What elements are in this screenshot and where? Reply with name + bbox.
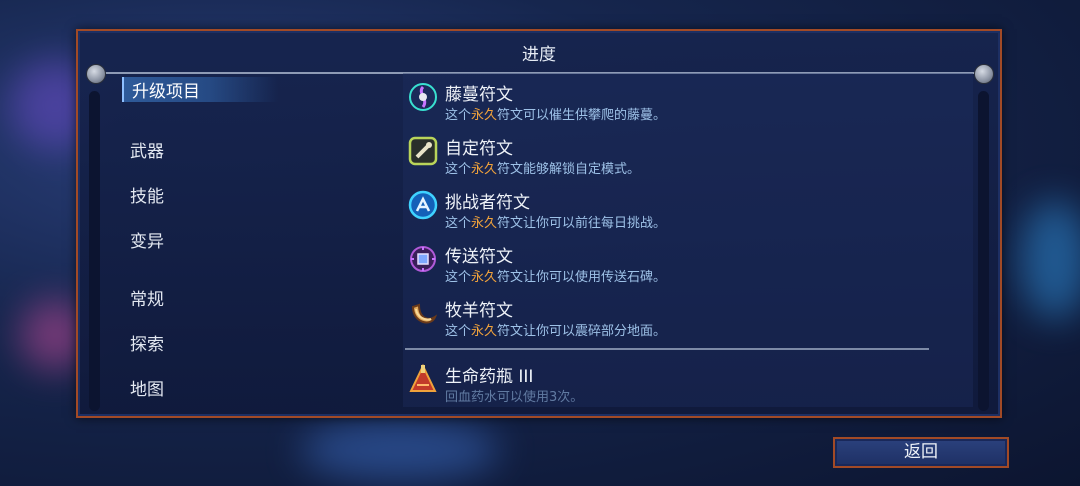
teleport-rune-icon xyxy=(410,246,436,272)
entry-description: 这个永久符文让你可以前往每日挑战。 xyxy=(445,216,667,231)
list-item[interactable]: 挑战者符文 这个永久符文让你可以前往每日挑战。 xyxy=(403,185,963,235)
upgrade-list[interactable]: 藤蔓符文 这个永久符文可以催生供攀爬的藤蔓。 自定符文 这个永久符文能够解锁自定… xyxy=(403,73,973,407)
background-glow xyxy=(300,420,500,480)
list-item[interactable]: 自定符文 这个永久符文能够解锁自定模式。 xyxy=(403,131,963,181)
entry-name: 传送符文 xyxy=(445,247,513,267)
category-mutations[interactable]: 变异 xyxy=(130,227,164,252)
entry-description: 这个永久符文可以催生供攀爬的藤蔓。 xyxy=(445,108,667,123)
entry-description: 回血药水可以使用3次。 xyxy=(445,390,584,405)
entry-name: 牧羊符文 xyxy=(445,301,513,321)
entry-description: 这个永久符文让你可以使用传送石碑。 xyxy=(445,270,667,285)
health-flask-icon xyxy=(409,363,437,392)
entry-name: 生命药瓶 III xyxy=(445,367,534,387)
category-upgrades[interactable]: 升级项目 xyxy=(122,77,278,102)
category-general[interactable]: 常规 xyxy=(130,285,164,310)
category-skills[interactable]: 技能 xyxy=(130,182,164,207)
list-item[interactable]: 传送符文 这个永久符文让你可以使用传送石碑。 xyxy=(403,239,963,289)
entry-name: 藤蔓符文 xyxy=(445,85,513,105)
vine-rune-icon xyxy=(409,83,437,111)
entry-name: 挑战者符文 xyxy=(445,193,530,213)
ram-rune-icon xyxy=(411,303,438,324)
entry-description: 这个永久符文能够解锁自定模式。 xyxy=(445,162,641,177)
custom-rune-icon xyxy=(408,136,438,166)
background-glow xyxy=(1020,200,1080,320)
rail-knob-left xyxy=(86,64,106,84)
challenger-rune-icon xyxy=(408,190,438,220)
right-scrollbar[interactable] xyxy=(978,91,989,411)
list-item[interactable]: 藤蔓符文 这个永久符文可以催生供攀爬的藤蔓。 xyxy=(403,77,963,127)
rail-knob-right xyxy=(974,64,994,84)
category-weapons[interactable]: 武器 xyxy=(130,137,164,162)
left-scrollbar[interactable] xyxy=(89,91,100,411)
category-exploration[interactable]: 探索 xyxy=(130,330,164,355)
category-map[interactable]: 地图 xyxy=(130,375,164,400)
list-divider xyxy=(405,348,929,350)
back-button[interactable]: 返回 xyxy=(833,437,1009,468)
entry-description: 这个永久符文让你可以震碎部分地面。 xyxy=(445,324,667,339)
list-item[interactable]: 生命药瓶 III 回血药水可以使用3次。 xyxy=(403,359,963,407)
list-item[interactable]: 牧羊符文 这个永久符文让你可以震碎部分地面。 xyxy=(403,293,963,343)
entry-name: 自定符文 xyxy=(445,139,513,159)
dialog-title: 进度 xyxy=(522,45,556,65)
progress-dialog: 进度 升级项目 武器 技能 变异 常规 探索 地图 藤蔓符文 这个永久符文可以催… xyxy=(76,29,1002,418)
